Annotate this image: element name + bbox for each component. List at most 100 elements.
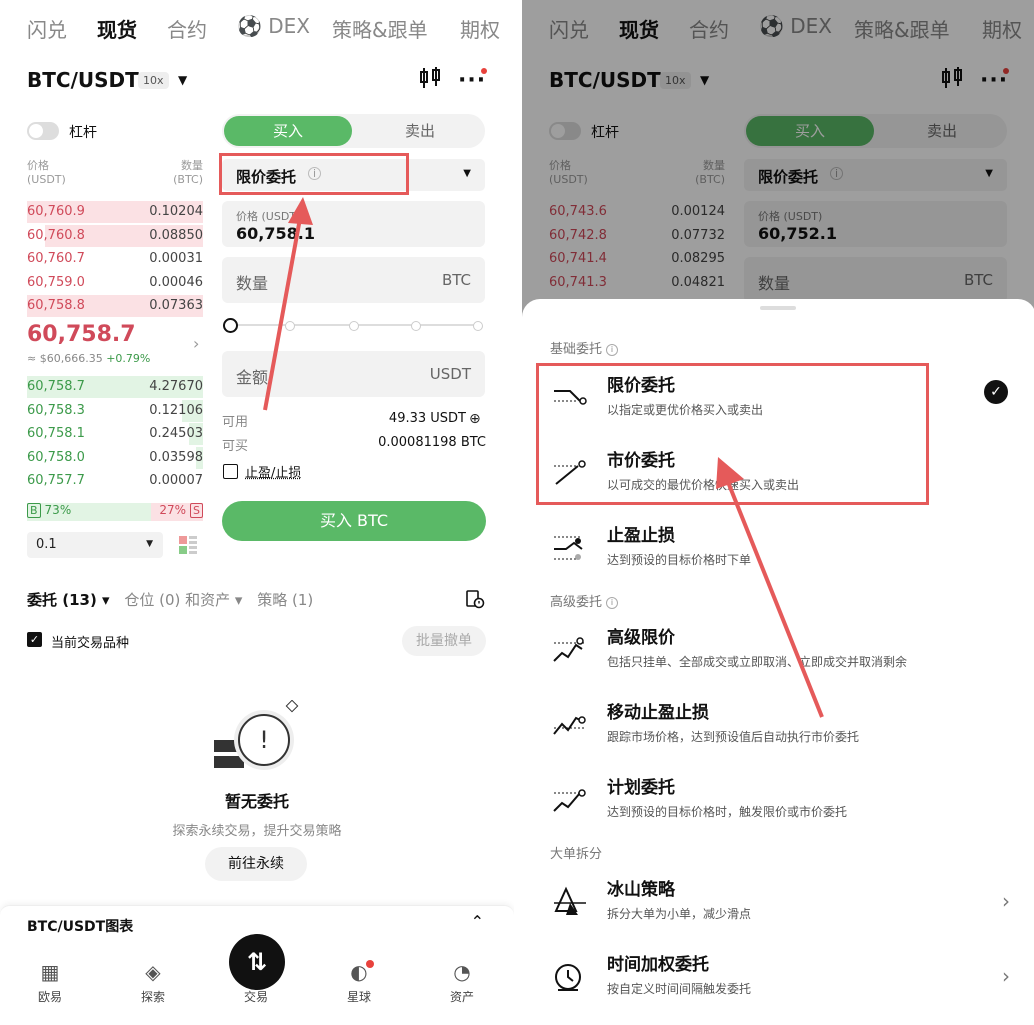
notification-dot xyxy=(366,960,374,968)
sell-ratio: 27% S xyxy=(151,503,203,521)
order-price: 60,759.0 xyxy=(27,274,85,290)
bid-row[interactable]: 60,757.7 0.00007 xyxy=(27,470,203,492)
nav-explore[interactable]: ◈ 探索 xyxy=(123,960,183,1005)
option-iceberg[interactable]: 冰山策略 拆分大单为小单，减少滑点 › xyxy=(522,875,1034,935)
sheet-handle[interactable] xyxy=(760,306,796,310)
pie-chart-icon: ◔ xyxy=(453,960,471,984)
ask-row[interactable]: 60,759.0 0.00046 xyxy=(27,272,203,294)
order-history-icon[interactable] xyxy=(465,589,485,613)
available-label: 可用 xyxy=(222,415,249,430)
bid-row[interactable]: 60,758.3 0.12106 xyxy=(27,399,203,422)
chevron-right-icon: › xyxy=(1002,889,1010,913)
empty-subtitle: 探索永续交易，提升交易策略 xyxy=(172,824,342,839)
batch-cancel-button[interactable]: 批量撤单 xyxy=(402,626,486,656)
tab-strategy-orders[interactable]: 策略 (1) xyxy=(257,591,313,609)
section-advanced: 高级委托 i xyxy=(550,591,619,610)
annotation-box xyxy=(219,153,409,195)
chevron-right-icon[interactable]: › xyxy=(193,334,199,353)
order-price: 60,758.7 xyxy=(27,379,85,394)
available-value: 49.33 USDT xyxy=(388,411,466,426)
bid-row[interactable]: 60,758.0 0.03598 xyxy=(27,446,203,469)
trade-screen-left: 闪兑 现货 合约 ⚽ DEX 策略&跟单 期权 BTC/USDT 10x ▼ ·… xyxy=(0,0,514,1025)
tab-positions[interactable]: 仓位 (0) 和资产 ▾ xyxy=(124,591,242,609)
nav-trade[interactable]: 交易 xyxy=(226,988,286,1005)
order-qty: 0.03598 xyxy=(149,449,203,465)
tab-spot[interactable]: 现货 xyxy=(97,14,137,43)
svg-text:!: ! xyxy=(259,726,269,754)
nav-assets[interactable]: ◔ 资产 xyxy=(432,960,492,1005)
annotation-arrow xyxy=(263,197,313,411)
tpsl-checkbox[interactable] xyxy=(223,464,238,479)
order-price: 60,758.0 xyxy=(27,449,85,465)
chevron-down-icon[interactable]: ▼ xyxy=(178,73,187,87)
tab-options[interactable]: 期权 xyxy=(460,14,500,43)
order-qty: 0.00031 xyxy=(149,251,203,266)
chevron-down-icon: ▼ xyxy=(146,539,153,549)
last-price-usd: ≈ $60,666.35 +0.79% xyxy=(27,352,151,365)
selected-check-icon: ✓ xyxy=(984,380,1008,404)
depth-select[interactable]: 0.1 ▼ xyxy=(27,532,163,558)
tab-orders[interactable]: 委托 (13) ▾ xyxy=(27,591,110,609)
advanced-limit-icon xyxy=(553,637,586,662)
leverage-toggle[interactable] xyxy=(27,122,59,140)
empty-title: 暂无委托 xyxy=(224,792,289,811)
price-header: 价格 (USDT) xyxy=(27,159,66,186)
chevron-up-icon: ⌃ xyxy=(470,912,484,931)
section-basic: 基础委托 i xyxy=(550,338,619,357)
order-price: 60,758.3 xyxy=(27,402,85,418)
section-split: 大单拆分 xyxy=(550,847,603,862)
compass-icon: ◈ xyxy=(145,960,161,984)
slider-knob[interactable] xyxy=(223,318,238,333)
tab-swap[interactable]: 闪兑 xyxy=(27,14,67,43)
info-icon: i xyxy=(606,597,619,609)
buy-tab[interactable]: 买入 xyxy=(224,116,352,146)
top-tabs: 闪兑 现货 合约 ⚽ DEX 策略&跟单 期权 xyxy=(0,14,514,48)
ask-row[interactable]: 60,760.9 0.10204 xyxy=(27,201,203,223)
current-pair-label: 当前交易品种 xyxy=(51,636,130,651)
order-qty: 0.00007 xyxy=(149,473,203,488)
can-buy-label: 可买 xyxy=(222,439,249,454)
option-twap[interactable]: 时间加权委托 按自定义时间间隔触发委托 › xyxy=(522,950,1034,1010)
bid-row[interactable]: 60,758.1 0.24503 xyxy=(27,423,203,445)
option-trigger[interactable]: 计划委托 达到预设的目标价格时，触发限价或市价委托 xyxy=(522,773,1034,833)
order-qty: 4.27670 xyxy=(149,379,203,394)
trade-icon[interactable]: ⇅ xyxy=(229,934,285,990)
current-pair-checkbox[interactable]: ✓ xyxy=(27,632,42,647)
bid-row[interactable]: 60,758.7 4.27670 xyxy=(27,376,203,398)
candlestick-chart-icon[interactable] xyxy=(418,66,442,96)
planet-icon: ◐ xyxy=(350,960,368,984)
empty-orders-icon: ! xyxy=(212,699,304,780)
buy-btc-button[interactable]: 买入 BTC xyxy=(222,501,486,541)
ask-row[interactable]: 60,758.8 0.07363 xyxy=(27,295,203,317)
sell-tab[interactable]: 卖出 xyxy=(355,114,485,148)
can-buy-value: 0.00081198 BTC xyxy=(378,435,486,450)
order-qty: 0.12106 xyxy=(149,402,203,418)
chevron-down-icon: ▼ xyxy=(463,168,471,179)
tpsl-label[interactable]: 止盈/止损 xyxy=(245,462,301,481)
info-icon: i xyxy=(606,344,619,356)
ask-row[interactable]: 60,760.7 0.00031 xyxy=(27,248,203,270)
tab-dex[interactable]: ⚽ DEX xyxy=(237,14,310,38)
nav-home[interactable]: ▦ 欧易 xyxy=(20,960,80,1005)
tab-strategy[interactable]: 策略&跟单 xyxy=(332,14,428,43)
orderbook-layout-icon[interactable] xyxy=(176,533,200,557)
qty-header: 数量 (BTC) xyxy=(173,159,203,186)
order-price: 60,760.9 xyxy=(27,204,85,219)
tab-futures[interactable]: 合约 xyxy=(167,14,207,43)
order-qty: 0.24503 xyxy=(149,426,203,441)
okx-logo-icon: ▦ xyxy=(40,960,60,984)
tpsl-icon xyxy=(554,536,583,560)
trailing-stop-icon xyxy=(553,716,586,735)
go-perp-button[interactable]: 前往永续 xyxy=(205,847,307,881)
order-qty: 0.00046 xyxy=(149,274,203,290)
nav-planet[interactable]: ◐ 星球 xyxy=(329,960,389,1005)
order-price: 60,758.8 xyxy=(27,298,85,313)
order-price: 60,760.7 xyxy=(27,251,85,266)
leverage-badge: 10x xyxy=(138,72,169,89)
annotation-arrow xyxy=(716,457,824,718)
ask-row[interactable]: 60,760.8 0.08850 xyxy=(27,224,203,247)
add-funds-icon[interactable]: ⊕ xyxy=(469,411,481,427)
iceberg-icon xyxy=(554,886,586,915)
pair-title[interactable]: BTC/USDT xyxy=(27,68,139,92)
order-price: 60,760.8 xyxy=(27,227,85,243)
